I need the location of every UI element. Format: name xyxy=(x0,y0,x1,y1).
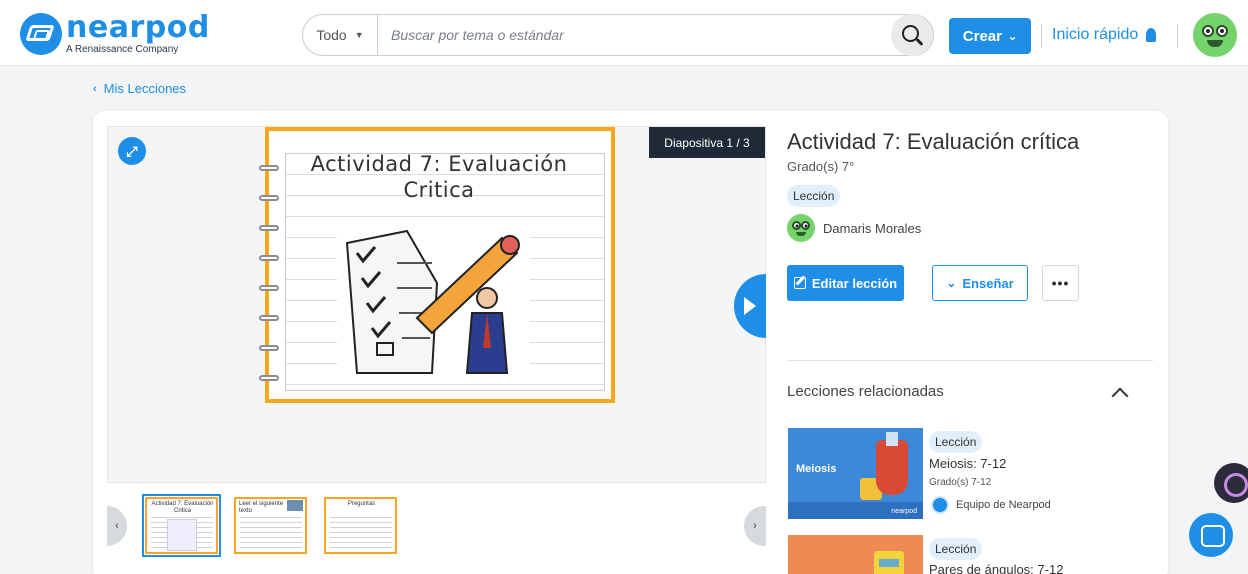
edit-lesson-button[interactable]: Editar lección xyxy=(787,265,904,301)
chat-icon[interactable] xyxy=(1189,513,1233,557)
chevron-up-icon[interactable] xyxy=(1112,385,1128,401)
related-lesson-badge: Lección xyxy=(929,538,983,560)
thumbnail-brand: nearpod xyxy=(891,508,917,515)
logo-wordmark: nearpod xyxy=(66,10,210,45)
thumbnail-title: Actividad 7: Evaluación Critica xyxy=(151,501,214,514)
thumbnail-title: Preguntas xyxy=(347,501,376,507)
related-lesson-thumbnail[interactable] xyxy=(788,535,923,574)
search-filter-select[interactable]: Todo ▼ xyxy=(303,15,378,55)
author-avatar xyxy=(787,214,815,242)
notebook-rings xyxy=(259,161,281,381)
expand-icon[interactable]: ⤢ xyxy=(118,137,146,165)
create-button[interactable]: Crear ⌄ xyxy=(949,18,1031,54)
slide-thumbnail-1[interactable]: Actividad 7: Evaluación Critica xyxy=(142,494,221,557)
edit-lesson-label: Editar lección xyxy=(811,275,898,291)
logo-tagline: A Renaissance Company xyxy=(66,44,179,55)
search-button[interactable] xyxy=(891,14,933,56)
nearpod-logo[interactable]: nearpod A Renaissance Company xyxy=(20,13,210,55)
create-button-label: Crear xyxy=(962,27,1002,45)
breadcrumb-label: Mis Lecciones xyxy=(103,81,187,96)
teach-label: Enseñar xyxy=(962,275,1014,291)
section-divider xyxy=(787,360,1153,361)
top-header: nearpod A Renaissance Company Todo ▼ Cre… xyxy=(0,0,1248,66)
related-lesson-title[interactable]: Pares de ángulos: 7-12 xyxy=(929,562,1063,574)
user-avatar[interactable] xyxy=(1193,13,1237,57)
thumbnail-illustration xyxy=(167,519,197,551)
nearpod-team-icon xyxy=(931,496,949,514)
related-lesson-grade: Grado(s) 7-12 xyxy=(929,477,992,488)
nearpod-logo-icon xyxy=(20,13,62,55)
chevron-down-icon: ⌄ xyxy=(1007,30,1018,43)
calculator-icon xyxy=(874,551,904,574)
search-input[interactable] xyxy=(391,15,871,55)
slide-title: Actividad 7: Evaluación Critica xyxy=(310,152,568,202)
quick-start-link[interactable]: Inicio rápido xyxy=(1052,26,1157,44)
related-lesson-title[interactable]: Meiosis: 7-12 xyxy=(929,456,1006,471)
search-icon xyxy=(902,25,919,42)
chevron-left-icon: ‹ xyxy=(93,82,97,95)
caret-down-icon: ▼ xyxy=(354,30,364,40)
breadcrumb-back-link[interactable]: ‹ Mis Lecciones xyxy=(93,81,186,96)
related-lesson-badge: Lección xyxy=(929,431,983,453)
related-lesson-author: Equipo de Nearpod xyxy=(956,499,1051,511)
slide-thumbnail-2[interactable]: Leer el siguiente texto xyxy=(234,497,307,554)
header-divider xyxy=(1177,24,1178,48)
thumbnail-photo xyxy=(287,500,303,511)
edit-icon xyxy=(793,277,806,289)
thumbnail-text: Meiosis xyxy=(796,463,837,475)
related-lesson-thumbnail[interactable]: Meiosis nearpod xyxy=(788,428,923,519)
teach-button[interactable]: ⌄ Enseñar xyxy=(932,265,1028,301)
rocket-icon xyxy=(1146,28,1157,42)
slide-image: Actividad 7: Evaluación Critica xyxy=(259,127,615,403)
assistant-flower-icon[interactable] xyxy=(1214,463,1248,503)
thumbnail-title: Leer el siguiente texto xyxy=(239,501,284,514)
quick-start-label: Inicio rápido xyxy=(1052,26,1139,43)
chevron-down-icon: ⌄ xyxy=(946,276,957,290)
lesson-grade: Grado(s) 7° xyxy=(787,159,855,174)
search-bar: Todo ▼ xyxy=(302,14,934,56)
search-filter-value: Todo xyxy=(316,27,347,43)
lesson-type-badge: Lección xyxy=(787,185,841,207)
checklist-illustration xyxy=(337,223,530,381)
related-lessons-heading: Lecciones relacionadas xyxy=(787,383,944,400)
more-options-button[interactable]: ••• xyxy=(1042,265,1079,301)
header-divider xyxy=(1041,24,1042,48)
slide-thumbnail-3[interactable]: Preguntas xyxy=(324,497,397,554)
slide-counter-badge: Diapositiva 1 / 3 xyxy=(649,127,765,158)
flask-icon xyxy=(876,432,908,495)
author-name[interactable]: Damaris Morales xyxy=(823,221,921,236)
lesson-title: Actividad 7: Evaluación crítica xyxy=(787,129,1080,154)
